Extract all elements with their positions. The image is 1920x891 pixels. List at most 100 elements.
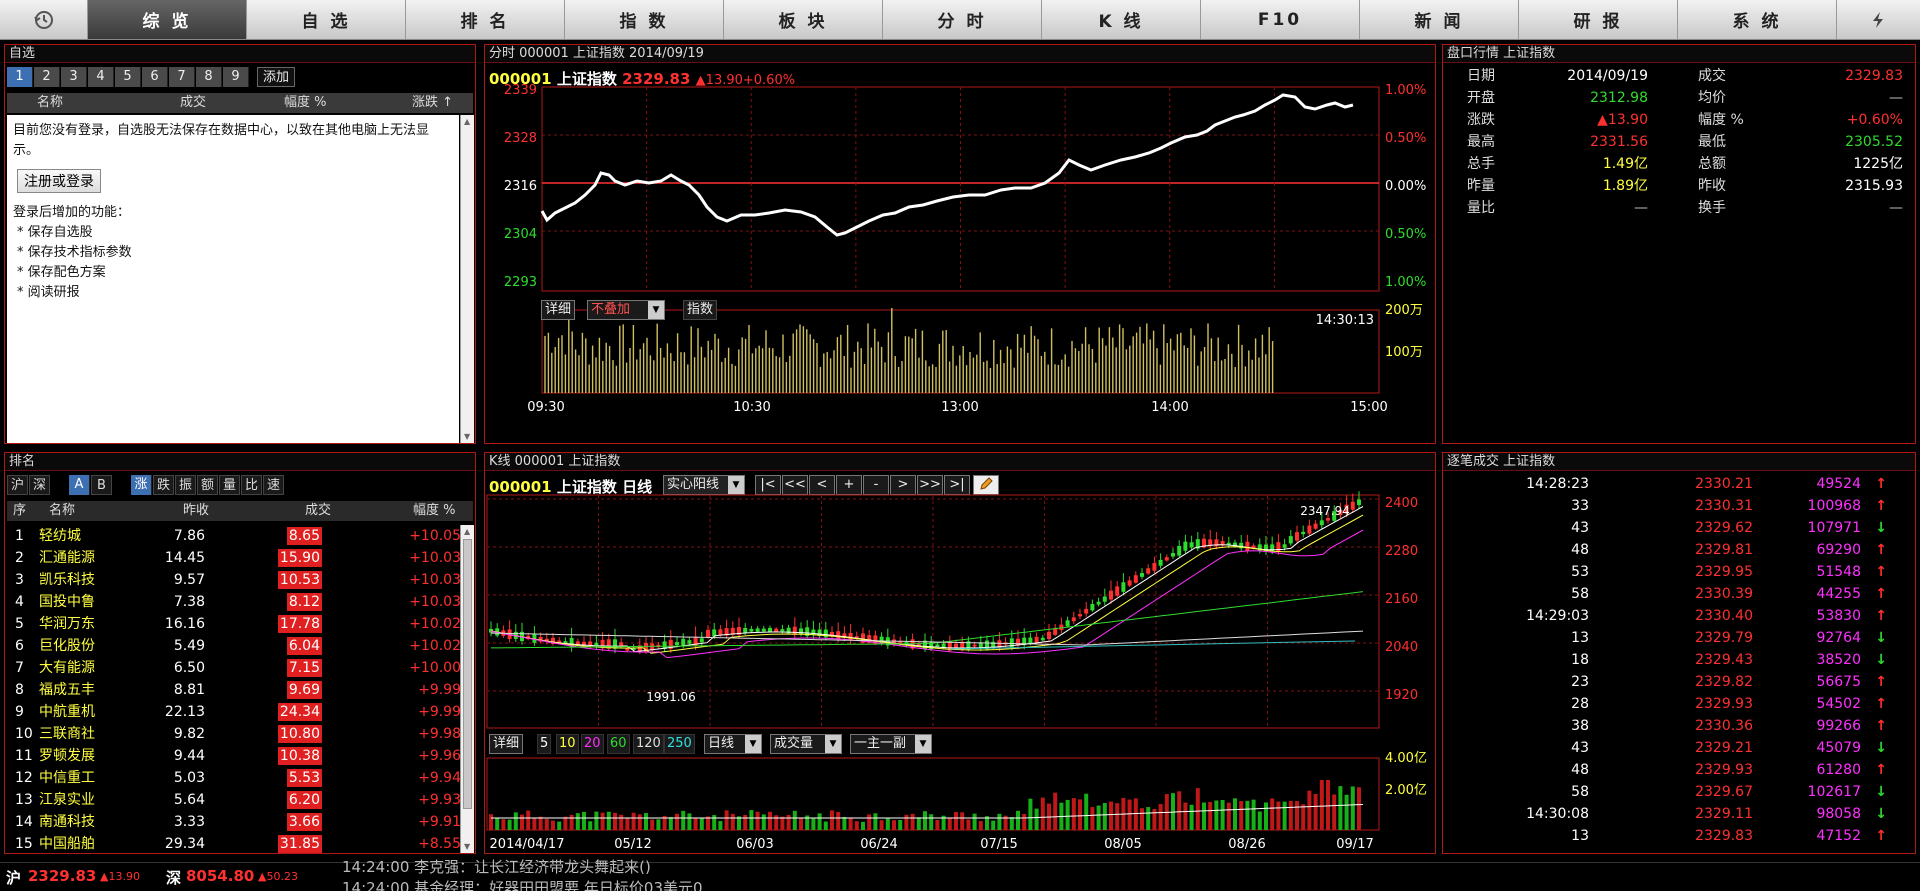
rank-tab-量[interactable]: 量	[219, 475, 240, 495]
rank-tab-深[interactable]: 深	[29, 475, 50, 495]
layout-select[interactable]: 一主一副 ▼	[850, 734, 932, 754]
table-row[interactable]: 2 汇通能源 14.45 15.90 +10.03	[7, 547, 465, 569]
ranking-scrollbar[interactable]: ▲ ▼	[460, 525, 474, 853]
ma-period-button[interactable]: 250	[664, 734, 695, 754]
watch-group-tab-7[interactable]: 7	[169, 67, 195, 87]
nav-tab-10[interactable]: 系 统	[1678, 0, 1837, 39]
nav-tab-8[interactable]: 新 闻	[1360, 0, 1519, 39]
kline-detail-button[interactable]: 详细	[489, 734, 524, 754]
kline-chart[interactable]: 2400 2280 2160 2040 1920 2347.94 1991.06 4.00亿 2…	[485, 453, 1435, 853]
stock-name[interactable]: 轻纺城	[39, 525, 81, 547]
ma-period-button[interactable]: 120	[633, 734, 664, 754]
indicator-select[interactable]: 成交量 ▼	[770, 734, 842, 754]
rank-tab-B[interactable]: B	[91, 475, 112, 495]
register-login-button[interactable]: 注册或登录	[17, 169, 101, 193]
chevron-down-icon[interactable]: ▼	[745, 735, 761, 753]
scroll-down-icon[interactable]: ▼	[464, 432, 470, 441]
col-pct[interactable]: 幅度 %	[413, 501, 456, 521]
stock-name[interactable]: 中国船舶	[39, 833, 95, 853]
ma-period-button[interactable]: 60	[607, 734, 630, 754]
watch-group-tab-5[interactable]: 5	[115, 67, 141, 87]
rank-tab-跌[interactable]: 跌	[153, 475, 174, 495]
table-row[interactable]: 10 三联商社 9.82 10.80 +9.98	[7, 723, 465, 745]
news-line-2[interactable]: 14:24:00 基金经理：好器田田盟要 年日标价03美元0	[342, 877, 703, 891]
nav-tab-6[interactable]: K 线	[1042, 0, 1201, 39]
rank-tab-涨[interactable]: 涨	[131, 475, 152, 495]
table-row[interactable]: 8 福成五丰 8.81 9.69 +9.99	[7, 679, 465, 701]
table-row[interactable]: 3 凯乐科技 9.57 10.53 +10.03	[7, 569, 465, 591]
table-row[interactable]: 5 华润万东 16.16 17.78 +10.02	[7, 613, 465, 635]
rank-tab-振[interactable]: 振	[175, 475, 196, 495]
table-row[interactable]: 13 江泉实业 5.64 6.20 +9.93	[7, 789, 465, 811]
stock-name[interactable]: 三联商社	[39, 723, 95, 745]
stock-name[interactable]: 华润万东	[39, 613, 95, 635]
watch-group-tab-6[interactable]: 6	[142, 67, 168, 87]
rank-tab-比[interactable]: 比	[241, 475, 262, 495]
nav-tab-1[interactable]: 自 选	[247, 0, 406, 39]
watch-group-tab-2[interactable]: 2	[34, 67, 60, 87]
ma-period-button[interactable]: 20	[581, 734, 604, 754]
scroll-up-icon[interactable]: ▲	[464, 117, 470, 126]
stock-name[interactable]: 罗顿发展	[39, 745, 95, 767]
index-button[interactable]: 指数	[683, 300, 718, 320]
col-vol[interactable]: 成交	[180, 93, 206, 113]
rank-tab-A[interactable]: A	[69, 475, 90, 495]
nav-tab-3[interactable]: 指 数	[565, 0, 724, 39]
scroll-thumb[interactable]	[463, 539, 472, 809]
col-name[interactable]: 名称	[49, 501, 75, 521]
sh-price[interactable]: 2329.83	[28, 867, 96, 885]
nav-tab-0[interactable]: 综 览	[88, 0, 247, 39]
nav-tab-9[interactable]: 研 报	[1519, 0, 1678, 39]
watch-group-tab-3[interactable]: 3	[61, 67, 87, 87]
ma-period-button[interactable]: 10	[556, 734, 579, 754]
table-row[interactable]: 6 巨化股份 5.49 6.04 +10.02	[7, 635, 465, 657]
col-vol[interactable]: 成交	[305, 501, 331, 521]
stock-name[interactable]: 凯乐科技	[39, 569, 95, 591]
stock-name[interactable]: 福成五丰	[39, 679, 95, 701]
sz-price[interactable]: 8054.80	[186, 867, 254, 885]
watch-group-tab-8[interactable]: 8	[196, 67, 222, 87]
watch-group-tab-4[interactable]: 4	[88, 67, 114, 87]
intraday-chart[interactable]: 2339 2328 2316 2304 2293 1.00% 0.50% 0.00% 0.50%…	[485, 45, 1435, 443]
table-row[interactable]: 9 中航重机 22.13 24.34 +9.99	[7, 701, 465, 723]
chevron-down-icon[interactable]: ▼	[648, 301, 664, 319]
intraday-detail-button[interactable]: 详细	[541, 300, 576, 320]
chevron-down-icon[interactable]: ▼	[915, 735, 931, 753]
nav-tab-5[interactable]: 分 时	[883, 0, 1042, 39]
col-name[interactable]: 名称	[37, 93, 63, 113]
col-prev[interactable]: 昨收	[183, 501, 209, 521]
table-row[interactable]: 7 大有能源 6.50 7.15 +10.00	[7, 657, 465, 679]
ma-period-button[interactable]: 5	[537, 734, 552, 754]
stock-name[interactable]: 中航重机	[39, 701, 95, 723]
table-row[interactable]: 14 南通科技 3.33 3.66 +9.91	[7, 811, 465, 833]
stock-name[interactable]: 巨化股份	[39, 635, 95, 657]
table-row[interactable]: 4 国投中鲁 7.38 8.12 +10.03	[7, 591, 465, 613]
stock-name[interactable]: 南通科技	[39, 811, 95, 833]
watch-group-tab-9[interactable]: 9	[223, 67, 249, 87]
col-pct[interactable]: 幅度 %	[284, 93, 327, 113]
scroll-up-icon[interactable]: ▲	[464, 527, 470, 536]
rank-tab-额[interactable]: 额	[197, 475, 218, 495]
stock-name[interactable]: 江泉实业	[39, 789, 95, 811]
chevron-down-icon[interactable]: ▼	[825, 735, 841, 753]
watchlist-scrollbar[interactable]: ▲ ▼	[460, 115, 474, 443]
add-watch-button[interactable]: 添加	[257, 67, 295, 87]
col-change[interactable]: 涨跌 ↑	[412, 93, 453, 113]
history-clock-icon[interactable]	[0, 0, 88, 39]
rank-tab-沪[interactable]: 沪	[7, 475, 28, 495]
news-line-1[interactable]: 14:24:00 李克强：让长江经济带龙头舞起来()	[342, 856, 651, 877]
nav-tab-2[interactable]: 排 名	[406, 0, 565, 39]
rank-tab-速[interactable]: 速	[263, 475, 284, 495]
table-row[interactable]: 11 罗顿发展 9.44 10.38 +9.96	[7, 745, 465, 767]
watch-group-tab-1[interactable]: 1	[7, 67, 33, 87]
nav-tab-4[interactable]: 板 块	[724, 0, 883, 39]
table-row[interactable]: 15 中国船舶 29.34 31.85 +8.55	[7, 833, 465, 853]
col-seq[interactable]: 序	[13, 501, 26, 521]
stock-name[interactable]: 国投中鲁	[39, 591, 95, 613]
period-select[interactable]: 日线 ▼	[704, 734, 762, 754]
overlay-select[interactable]: 不叠加 ▼	[587, 300, 665, 320]
table-row[interactable]: 12 中信重工 5.03 5.53 +9.94	[7, 767, 465, 789]
lightning-icon[interactable]	[1837, 0, 1918, 39]
stock-name[interactable]: 中信重工	[39, 767, 95, 789]
scroll-down-icon[interactable]: ▼	[464, 842, 470, 851]
